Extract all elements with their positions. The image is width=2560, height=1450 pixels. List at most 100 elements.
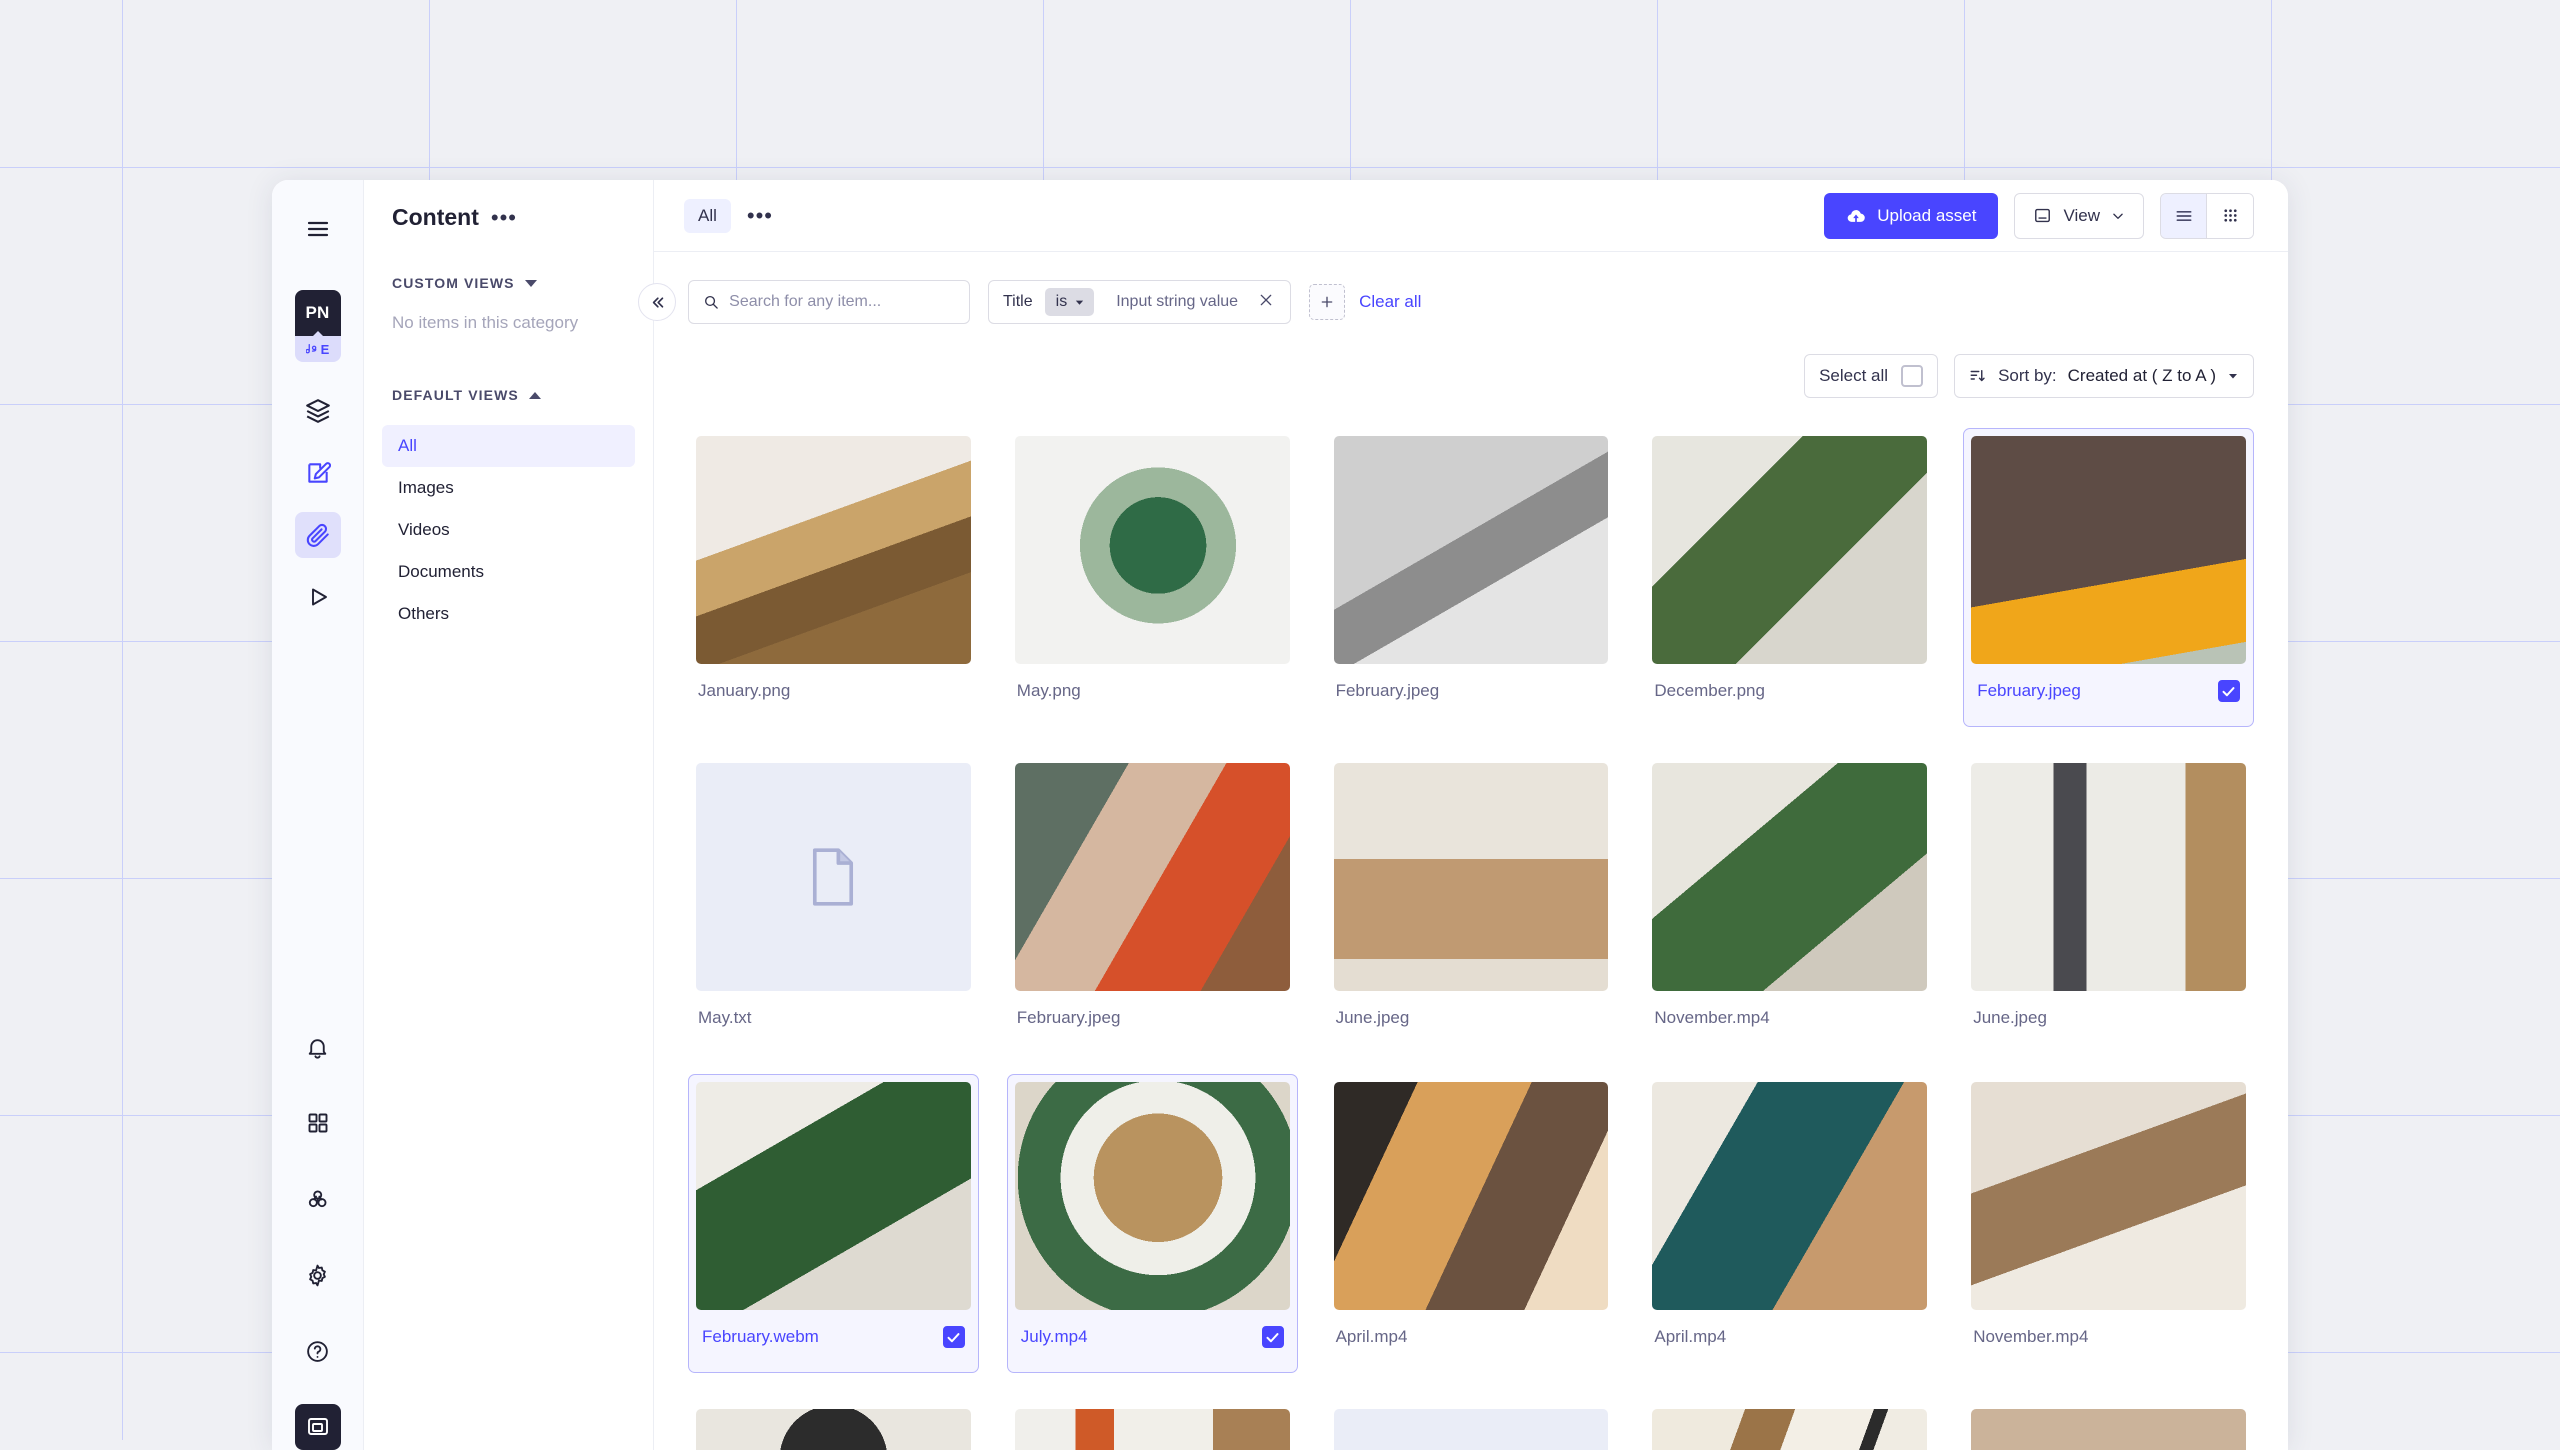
- asset-card[interactable]: June.jpeg: [1963, 755, 2254, 1046]
- asset-card[interactable]: February.webm: [688, 1074, 979, 1373]
- grid-view-button[interactable]: [2207, 194, 2253, 238]
- asset-card-footer: November.mp4: [1971, 1310, 2246, 1364]
- hamburger-icon[interactable]: [295, 206, 341, 252]
- view-item-images[interactable]: Images: [382, 467, 635, 509]
- branch-icon: [306, 343, 319, 356]
- tab-more-icon[interactable]: •••: [747, 212, 773, 220]
- asset-card[interactable]: July.mp4: [1007, 1074, 1298, 1373]
- view-button[interactable]: View: [2014, 193, 2144, 239]
- bell-icon: [305, 1035, 330, 1060]
- search-input[interactable]: [729, 293, 955, 311]
- asset-preview: [1334, 436, 1609, 664]
- tab-all[interactable]: All: [684, 199, 731, 233]
- asset-thumbnail: [696, 1082, 971, 1310]
- asset-card-footer: June.jpeg: [1971, 991, 2246, 1045]
- clear-all-button[interactable]: Clear all: [1359, 292, 1421, 312]
- view-item-documents[interactable]: Documents: [382, 551, 635, 593]
- select-all-control[interactable]: Select all: [1804, 354, 1938, 398]
- asset-card[interactable]: November.mp4: [1644, 755, 1935, 1046]
- asset-card[interactable]: December.png: [1644, 428, 1935, 727]
- asset-name: June.jpeg: [1973, 1008, 2047, 1028]
- asset-card[interactable]: January.png: [688, 428, 979, 727]
- select-all-checkbox[interactable]: [1901, 365, 1923, 387]
- asset-card[interactable]: [1963, 1401, 2254, 1450]
- view-item-label: Videos: [398, 520, 450, 539]
- plugins-button[interactable]: [295, 1100, 341, 1146]
- asset-card-footer: December.png: [1652, 664, 1927, 718]
- view-item-all[interactable]: All: [382, 425, 635, 467]
- settings-button[interactable]: [295, 1252, 341, 1298]
- asset-thumbnail: [1652, 763, 1927, 991]
- asset-thumbnail: [1334, 1082, 1609, 1310]
- asset-checkbox[interactable]: [1262, 1326, 1284, 1348]
- asset-thumbnail: [1334, 1409, 1609, 1450]
- asset-preview: [1971, 763, 2246, 991]
- filter-value-input[interactable]: Input string value: [1094, 293, 1258, 311]
- asset-name: February.jpeg: [1017, 1008, 1121, 1028]
- asset-card[interactable]: [1644, 1401, 1935, 1450]
- webhooks-button[interactable]: [295, 1176, 341, 1222]
- sidebar-item-content-type-builder[interactable]: [295, 450, 341, 496]
- notifications-button[interactable]: [295, 1024, 341, 1070]
- sidebar-item-media-library[interactable]: [295, 512, 341, 558]
- main-content: All ••• Upload asset View: [654, 180, 2288, 1450]
- layers-icon: [305, 398, 331, 424]
- asset-card[interactable]: May.png: [1007, 428, 1298, 727]
- list-view-button[interactable]: [2161, 194, 2207, 238]
- asset-card[interactable]: June.jpeg: [1326, 755, 1617, 1046]
- asset-name: June.jpeg: [1336, 1008, 1410, 1028]
- sort-by-select[interactable]: Sort by: Created at ( Z to A ): [1954, 354, 2254, 398]
- sidebar-item-releases[interactable]: [295, 574, 341, 620]
- default-views-section-header[interactable]: DEFAULT VIEWS: [364, 387, 653, 403]
- asset-card-footer: May.png: [1015, 664, 1290, 718]
- chat-button[interactable]: [295, 1404, 341, 1450]
- search-box[interactable]: [688, 280, 970, 324]
- help-button[interactable]: [295, 1328, 341, 1374]
- project-environment[interactable]: E: [295, 336, 341, 362]
- asset-preview: [696, 1409, 971, 1450]
- default-views-label: DEFAULT VIEWS: [392, 387, 519, 403]
- upload-asset-button[interactable]: Upload asset: [1824, 193, 1998, 239]
- asset-card[interactable]: [1326, 1401, 1617, 1450]
- asset-name: February.webm: [702, 1327, 819, 1347]
- asset-card[interactable]: April.mp4: [1644, 1074, 1935, 1373]
- custom-views-section-header[interactable]: CUSTOM VIEWS: [364, 275, 653, 291]
- asset-preview: [1334, 1082, 1609, 1310]
- check-icon: [2221, 684, 2236, 699]
- gear-icon: [305, 1263, 330, 1288]
- asset-card[interactable]: November.mp4: [1963, 1074, 2254, 1373]
- asset-card[interactable]: [1007, 1401, 1298, 1450]
- collapse-panel-button[interactable]: [638, 283, 676, 321]
- sidebar-item-content-manager[interactable]: [295, 388, 341, 434]
- asset-card[interactable]: February.jpeg: [1007, 755, 1298, 1046]
- sort-descending-icon: [1969, 367, 1987, 385]
- filter-remove-button[interactable]: [1258, 292, 1288, 313]
- views-panel: Content ••• CUSTOM VIEWS No items in thi…: [364, 180, 654, 1450]
- view-item-videos[interactable]: Videos: [382, 509, 635, 551]
- view-item-others[interactable]: Others: [382, 593, 635, 635]
- asset-name: December.png: [1654, 681, 1765, 701]
- asset-checkbox[interactable]: [943, 1326, 965, 1348]
- asset-grid: January.png May.png February.jpeg December.…: [688, 398, 2254, 1450]
- asset-checkbox[interactable]: [2218, 680, 2240, 702]
- asset-card[interactable]: April.mp4: [1326, 1074, 1617, 1373]
- close-icon: [1258, 292, 1274, 308]
- asset-card-footer: February.jpeg: [1334, 664, 1609, 718]
- asset-thumbnail: [1015, 1082, 1290, 1310]
- asset-name: January.png: [698, 681, 790, 701]
- asset-card[interactable]: February.jpeg: [1326, 428, 1617, 727]
- asset-card-footer: April.mp4: [1334, 1310, 1609, 1364]
- search-icon: [703, 293, 719, 311]
- asset-card[interactable]: May.txt: [688, 755, 979, 1046]
- asset-name: November.mp4: [1654, 1008, 1769, 1028]
- project-badge[interactable]: PN: [295, 290, 341, 336]
- asset-card[interactable]: February.jpeg: [1963, 428, 2254, 727]
- filter-operator-select[interactable]: is: [1045, 288, 1095, 316]
- asset-grid-scroll[interactable]: January.png May.png February.jpeg December.…: [654, 398, 2288, 1450]
- ellipsis-icon[interactable]: •••: [491, 213, 517, 223]
- check-icon: [946, 1330, 961, 1345]
- upload-cloud-icon: [1846, 206, 1866, 226]
- add-filter-button[interactable]: [1309, 284, 1345, 320]
- asset-card[interactable]: [688, 1401, 979, 1450]
- chevron-up-icon: [529, 392, 541, 399]
